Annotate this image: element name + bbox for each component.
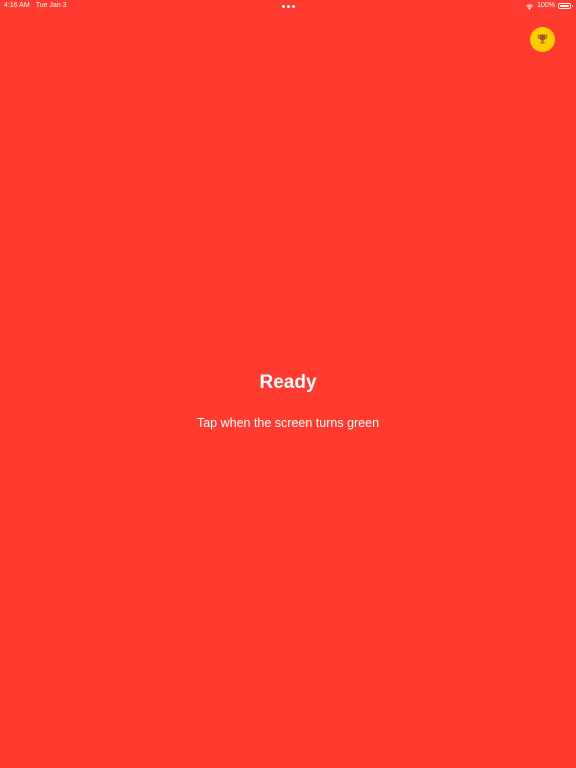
battery-fill bbox=[560, 5, 569, 7]
trophy-icon bbox=[537, 34, 548, 44]
battery-percent: 100% bbox=[537, 2, 555, 9]
status-right: 100% bbox=[525, 0, 573, 12]
dot bbox=[287, 5, 290, 8]
battery-icon bbox=[558, 3, 573, 9]
status-title: Ready bbox=[259, 372, 317, 393]
instruction-text: Tap when the screen turns green bbox=[196, 416, 380, 430]
wifi-icon bbox=[526, 3, 534, 10]
status-date: Tue Jan 3 bbox=[35, 2, 67, 9]
status-left: 4:16 AM Tue Jan 3 bbox=[4, 0, 67, 12]
multitasking-dots-icon[interactable] bbox=[282, 5, 295, 8]
dot bbox=[292, 5, 295, 8]
status-bar: 4:16 AM Tue Jan 3 100% bbox=[0, 0, 576, 12]
trophy-button[interactable] bbox=[530, 27, 555, 52]
dot bbox=[282, 5, 285, 8]
status-time: 4:16 AM bbox=[4, 2, 30, 9]
